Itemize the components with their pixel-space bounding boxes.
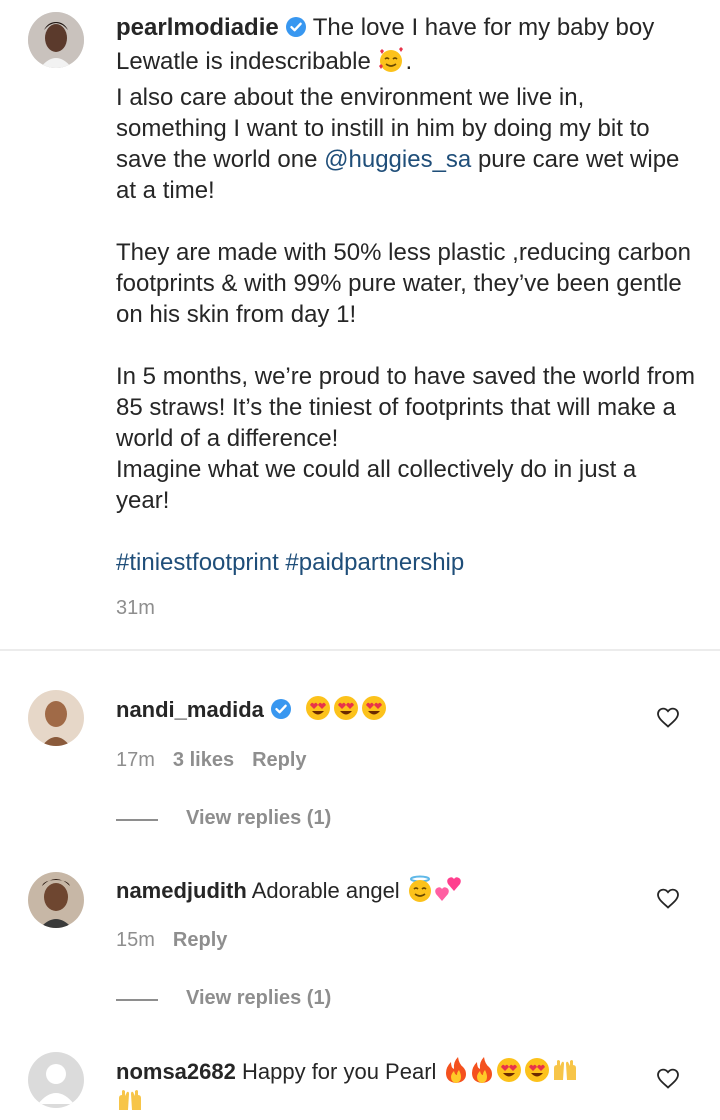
replies-divider bbox=[116, 819, 158, 821]
view-replies-label: View replies (1) bbox=[186, 987, 332, 1009]
default-avatar-icon bbox=[28, 1052, 84, 1108]
poster-username[interactable]: pearlmodiadie bbox=[116, 14, 279, 41]
verified-badge-icon bbox=[270, 698, 292, 726]
comment-meta: 15m Reply bbox=[116, 929, 227, 952]
mention-link[interactable]: @huggies_sa bbox=[324, 146, 471, 173]
view-replies-button[interactable]: View replies (1) bbox=[116, 807, 416, 831]
comment-meta: 17m 3 likes Reply bbox=[116, 749, 307, 772]
smiling-hearts-emoji bbox=[377, 46, 405, 82]
caption-paragraph-3b: Imagine what we could all collectively d… bbox=[116, 456, 637, 514]
verified-badge-icon bbox=[285, 15, 307, 46]
heart-eyes-emoji bbox=[523, 1056, 551, 1090]
poster-avatar[interactable] bbox=[28, 12, 84, 68]
comment-text: nandi_madida bbox=[116, 694, 388, 728]
caption-line-2: Lewatle is indescribable bbox=[116, 48, 371, 75]
raised-hands-emoji bbox=[116, 1086, 144, 1120]
like-comment-heart-icon[interactable] bbox=[656, 1067, 680, 1091]
caption-line-1: The love I have for my baby boy bbox=[312, 14, 655, 41]
commenter-username[interactable]: namedjudith bbox=[116, 878, 247, 903]
reply-button[interactable]: Reply bbox=[173, 929, 227, 951]
heart-eyes-emoji bbox=[304, 694, 332, 728]
view-replies-label: View replies (1) bbox=[186, 807, 332, 829]
avatar-image bbox=[28, 690, 84, 746]
comment-text: namedjudith Adorable angel bbox=[116, 875, 464, 909]
raised-hands-emoji bbox=[551, 1056, 579, 1090]
avatar-image bbox=[28, 12, 84, 68]
caption-line-2-end: . bbox=[405, 48, 413, 75]
heart-eyes-emoji bbox=[360, 694, 388, 728]
heart-eyes-emoji bbox=[495, 1056, 523, 1090]
comment-time: 17m bbox=[116, 749, 155, 771]
commenter-avatar[interactable] bbox=[28, 872, 84, 928]
replies-divider bbox=[116, 999, 158, 1001]
view-replies-button[interactable]: View replies (1) bbox=[116, 987, 416, 1011]
commenter-username[interactable]: nomsa2682 bbox=[116, 1059, 236, 1084]
comment-body: Adorable angel bbox=[251, 878, 400, 903]
hashtags-link[interactable]: #tiniestfootprint #paidpartnership bbox=[116, 547, 696, 578]
post-time: 31m bbox=[116, 597, 155, 619]
commenter-avatar[interactable] bbox=[28, 1052, 84, 1108]
sparkling-heart-emoji bbox=[434, 875, 464, 909]
comment-body: Happy for you Pearl bbox=[241, 1059, 437, 1084]
caption-paragraph-2: They are made with 50% less plastic ,red… bbox=[116, 239, 691, 328]
comment-text-wrap bbox=[116, 1086, 144, 1120]
heart-eyes-emoji bbox=[332, 694, 360, 728]
caption-paragraph-3: In 5 months, we’re proud to have saved t… bbox=[116, 363, 695, 452]
fire-emoji bbox=[469, 1056, 495, 1090]
comment-text: nomsa2682 Happy for you Pearl bbox=[116, 1056, 579, 1090]
comment-likes[interactable]: 3 likes bbox=[173, 749, 234, 771]
reply-button[interactable]: Reply bbox=[252, 749, 306, 771]
post-caption: pearlmodiadie The love I have for my baby… bbox=[116, 12, 696, 578]
divider bbox=[0, 649, 720, 651]
comment-time: 15m bbox=[116, 929, 155, 951]
halo-emoji bbox=[406, 875, 434, 909]
commenter-username[interactable]: nandi_madida bbox=[116, 697, 264, 722]
avatar-image bbox=[28, 872, 84, 928]
like-comment-heart-icon[interactable] bbox=[656, 706, 680, 730]
commenter-avatar[interactable] bbox=[28, 690, 84, 746]
fire-emoji bbox=[443, 1056, 469, 1090]
like-comment-heart-icon[interactable] bbox=[656, 887, 680, 911]
